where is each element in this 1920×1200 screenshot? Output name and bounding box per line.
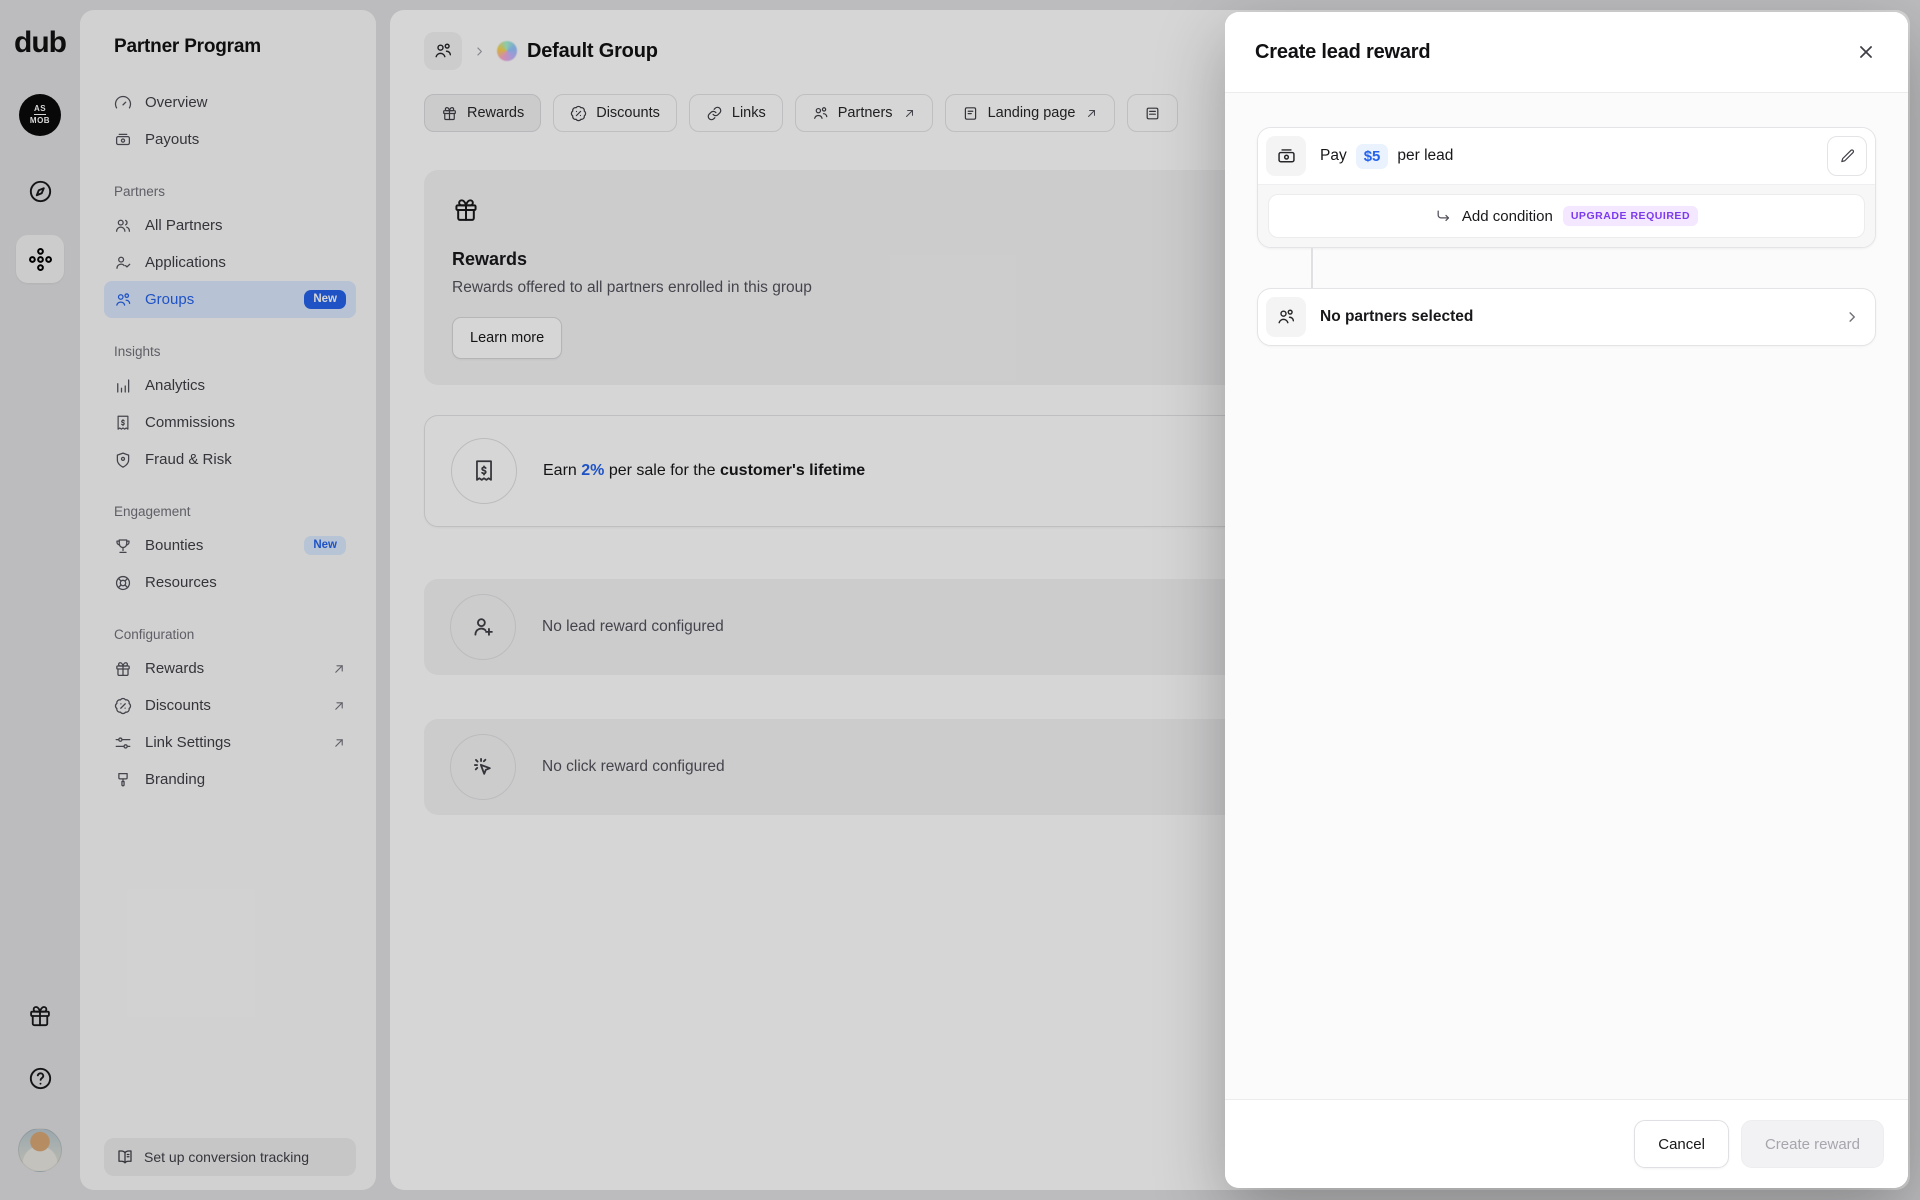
pay-reward-card[interactable]: Pay $5 per lead Add condition UPGRADE RE… [1257,127,1876,248]
close-button[interactable] [1848,34,1884,70]
partners-row-label: No partners selected [1320,308,1473,326]
money-icon [1266,136,1306,176]
pay-row: Pay $5 per lead [1258,128,1875,184]
tree-connector-line [1311,248,1313,288]
create-reward-button[interactable]: Create reward [1741,1120,1884,1168]
chevron-right-icon [1843,308,1861,326]
cancel-button[interactable]: Cancel [1634,1120,1729,1168]
panel-title: Create lead reward [1255,41,1430,64]
create-lead-reward-panel: Create lead reward Pay $5 per lead [1225,12,1908,1188]
pay-verb: Pay [1320,147,1347,165]
upgrade-required-badge: UPGRADE REQUIRED [1563,206,1698,227]
add-condition-button[interactable]: Add condition UPGRADE REQUIRED [1268,194,1865,238]
panel-body: Pay $5 per lead Add condition UPGRADE RE… [1225,93,1908,1099]
pay-amount: $5 [1356,144,1389,169]
pay-text: Pay $5 per lead [1320,144,1453,169]
edit-reward-button[interactable] [1827,136,1867,176]
users-group-icon [1266,297,1306,337]
add-condition-label: Add condition [1462,208,1553,225]
pay-unit: per lead [1397,147,1453,165]
page: dub AS MOB Partner Program Overview Payo… [0,0,1920,1200]
close-icon [1855,41,1877,63]
panel-header: Create lead reward [1225,12,1908,93]
condition-section: Add condition UPGRADE REQUIRED [1258,184,1875,247]
partners-selector-row[interactable]: No partners selected [1257,288,1876,346]
panel-footer: Cancel Create reward [1225,1099,1908,1188]
corner-down-right-icon [1435,208,1452,225]
pencil-icon [1839,148,1856,165]
